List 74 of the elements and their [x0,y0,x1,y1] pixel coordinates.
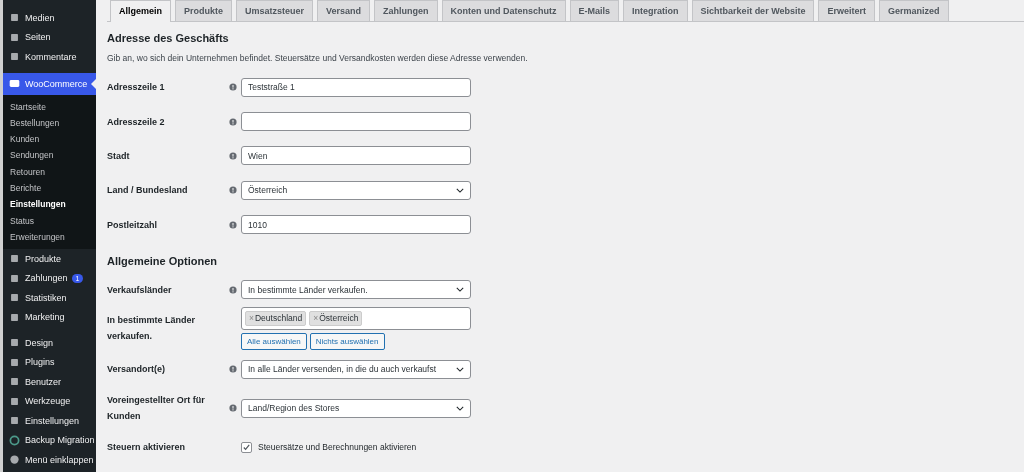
help-icon[interactable] [229,151,237,160]
sidebar-item[interactable]: Benutzer [3,372,96,392]
field-label: Land / Bundesland [107,184,189,198]
input-field[interactable]: 1010 [241,215,471,235]
input-field[interactable]: Teststraße 1 [241,77,471,97]
field-label: Voreingestellter Ort für Kunden [107,394,206,424]
section-heading: Adresse des Geschäfts [107,32,230,44]
tab[interactable]: Versand [317,0,371,21]
section-heading: Allgemeine Optionen [107,254,218,267]
help-icon[interactable] [229,404,237,413]
tab[interactable]: Produkte [175,0,233,21]
submenu-item[interactable]: Bestellungen [3,114,96,132]
help-icon[interactable] [229,186,237,195]
field-label: Verkaufsländer [107,283,173,297]
chevron-down-icon [456,366,464,372]
sidebar-item[interactable]: Produkte [3,249,96,269]
submenu-item[interactable]: Kunden [3,131,96,148]
sidebar-item[interactable]: Design [3,333,96,353]
tab[interactable]: Allgemein [110,0,171,22]
dropdown[interactable]: Land/Region des Stores [241,398,471,418]
field-label: In bestimmte Länder verkaufen. [107,314,197,344]
input-field[interactable]: Wien [241,146,471,166]
chevron-down-icon [456,405,464,411]
sidebar-item[interactable]: Menü einklappen [3,450,96,470]
tab[interactable]: Erweitert [818,0,875,21]
help-icon[interactable] [229,285,237,294]
section-description: Gib an, wo sich dein Unternehmen befindet. Steuersätze und Versandkosten werden diese Adresse verwenden. [107,53,529,63]
sidebar-item[interactable]: Medien [3,8,96,28]
sidebar-item[interactable]: Einstellungen [3,411,96,431]
sidebar-item[interactable]: Plugins [3,352,96,373]
sidebar-item[interactable]: Statistiken [3,288,96,308]
checkbox[interactable] [241,441,252,453]
input-field[interactable] [241,112,471,132]
multi-select-field[interactable]: ×Deutschland ×Österreich [241,306,471,330]
submenu-item[interactable]: Sendungen [3,147,96,164]
help-icon[interactable] [229,83,237,92]
sidebar-item[interactable]: Kommentare [3,47,96,67]
tab[interactable]: Integration [623,0,688,21]
submenu-item[interactable]: Erweiterungen [3,228,96,246]
submenu-item[interactable]: Retouren [3,163,96,180]
sidebar-item[interactable]: Seiten [3,27,96,47]
field-label: Versandort(e) [107,363,167,377]
field-label: Postleitzahl [107,218,158,232]
submenu-item[interactable]: Berichte [3,180,96,197]
field-label: Adresszeile 2 [107,115,166,129]
select-button[interactable]: Nichts auswählen [309,332,385,350]
dropdown[interactable]: In alle Länder versenden, in die du auch verkaufst [241,359,471,379]
help-icon[interactable] [229,220,237,229]
sidebar-item[interactable]: WooCommerce [3,72,96,95]
checkbox-label: Steuersätze und Berechnungen aktivieren [258,442,417,453]
tab[interactable]: Konten und Datenschutz [441,0,566,21]
submenu-item[interactable]: Startseite [3,98,96,115]
sidebar-item[interactable]: Marketing [3,307,96,328]
country-tag[interactable]: ×Deutschland [245,310,307,326]
submenu-item[interactable]: Status [3,212,96,229]
dropdown[interactable]: Österreich [241,180,471,200]
tab[interactable]: Umsatzsteuer [236,0,314,21]
field-label: Adresszeile 1 [107,81,166,95]
select-button[interactable]: Alle auswählen [241,332,307,350]
chevron-down-icon [456,187,464,193]
field-label: Stadt [107,149,131,163]
country-tag[interactable]: ×Österreich [309,310,363,326]
tab[interactable]: Zahlungen [374,0,438,21]
tab[interactable]: Sichtbarkeit der Website [691,0,815,21]
tab[interactable]: E-Mails [569,0,620,21]
tab[interactable]: Germanized [879,0,949,21]
help-icon[interactable] [229,365,237,374]
chevron-down-icon [456,287,464,293]
submenu-item[interactable]: Einstellungen [3,196,96,213]
field-label: Steuern aktivieren [107,441,187,455]
dropdown[interactable]: In bestimmte Länder verkaufen. [241,280,471,300]
help-icon[interactable] [229,117,237,126]
sidebar-item[interactable]: Backup Migration [3,430,96,451]
sidebar-item[interactable]: Werkzeuge [3,391,96,412]
